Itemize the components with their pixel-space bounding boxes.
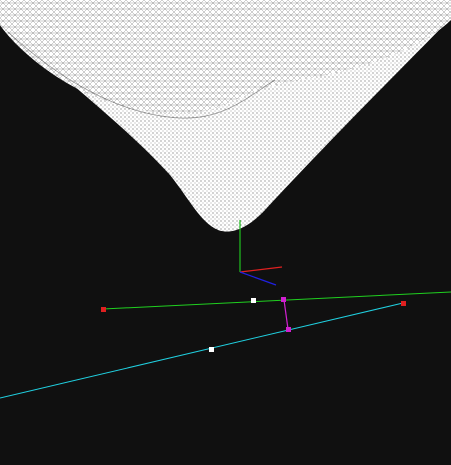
z-axis-line (239, 271, 277, 286)
line-a-midpoint[interactable] (251, 298, 256, 303)
line-b[interactable] (0, 302, 404, 399)
connector-start-point[interactable] (281, 297, 286, 302)
line-b-endpoint[interactable] (401, 301, 406, 306)
connector-end-point[interactable] (286, 327, 291, 332)
axis-gizmo (239, 220, 283, 286)
line-a-endpoint[interactable] (101, 307, 106, 312)
construction-lines[interactable] (0, 291, 451, 399)
scene-canvas[interactable] (0, 0, 451, 465)
line-b-midpoint[interactable] (209, 347, 214, 352)
3d-viewport[interactable] (0, 0, 451, 465)
mesh-inner-band (0, 0, 451, 114)
line-a[interactable] (102, 291, 451, 310)
x-axis-line (239, 266, 283, 273)
connector-line[interactable] (283, 299, 289, 330)
wireframe-mesh[interactable] (0, 0, 451, 232)
